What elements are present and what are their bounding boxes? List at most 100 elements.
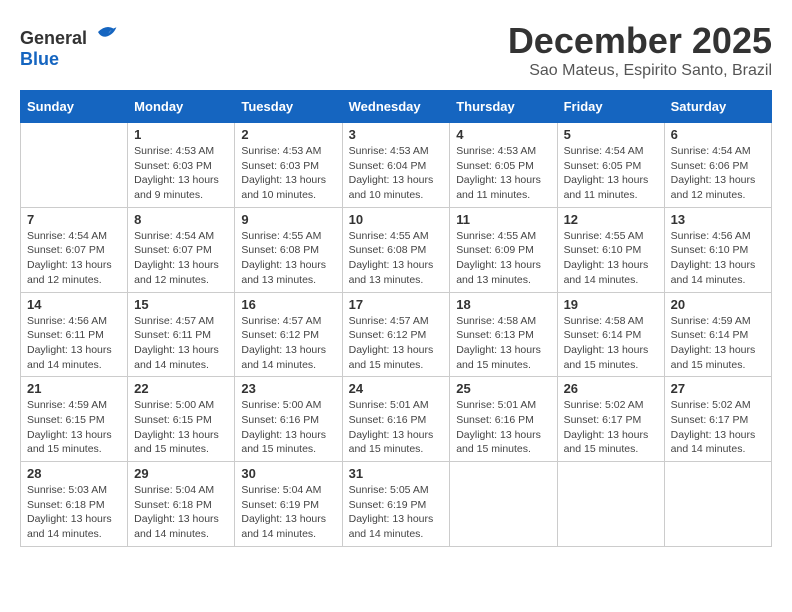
weekday-header-wednesday: Wednesday bbox=[342, 91, 450, 123]
day-info: Sunrise: 5:04 AM Sunset: 6:18 PM Dayligh… bbox=[134, 483, 228, 542]
day-cell: 21 Sunrise: 4:59 AM Sunset: 6:15 PM Dayli… bbox=[21, 377, 128, 462]
day-number: 4 bbox=[456, 127, 550, 142]
day-cell: 25 Sunrise: 5:01 AM Sunset: 6:16 PM Dayli… bbox=[450, 377, 557, 462]
logo-text: General Blue bbox=[20, 20, 118, 70]
day-number: 14 bbox=[27, 297, 121, 312]
day-info: Sunrise: 4:55 AM Sunset: 6:08 PM Dayligh… bbox=[349, 229, 444, 288]
day-info: Sunrise: 4:53 AM Sunset: 6:03 PM Dayligh… bbox=[241, 144, 335, 203]
day-number: 25 bbox=[456, 381, 550, 396]
day-number: 28 bbox=[27, 466, 121, 481]
day-info: Sunrise: 4:54 AM Sunset: 6:07 PM Dayligh… bbox=[134, 229, 228, 288]
day-number: 10 bbox=[349, 212, 444, 227]
day-number: 3 bbox=[349, 127, 444, 142]
day-number: 19 bbox=[564, 297, 658, 312]
logo: General Blue bbox=[20, 20, 118, 70]
day-info: Sunrise: 4:55 AM Sunset: 6:09 PM Dayligh… bbox=[456, 229, 550, 288]
day-cell: 11Sunrise: 4:55 AM Sunset: 6:09 PM Dayli… bbox=[450, 207, 557, 292]
day-cell: 15 Sunrise: 4:57 AM Sunset: 6:11 PM Dayli… bbox=[128, 292, 235, 377]
day-info: Sunrise: 4:53 AM Sunset: 6:05 PM Dayligh… bbox=[456, 144, 550, 203]
weekday-header-tuesday: Tuesday bbox=[235, 91, 342, 123]
day-cell bbox=[557, 462, 664, 547]
day-number: 7 bbox=[27, 212, 121, 227]
logo-general: General bbox=[20, 28, 87, 48]
day-cell: 3 Sunrise: 4:53 AM Sunset: 6:04 PM Daylig… bbox=[342, 123, 450, 208]
day-info: Sunrise: 4:55 AM Sunset: 6:10 PM Dayligh… bbox=[564, 229, 658, 288]
page-container: General Blue December 2025 Sao Mateus, E… bbox=[20, 20, 772, 547]
week-row-4: 21 Sunrise: 4:59 AM Sunset: 6:15 PM Dayli… bbox=[21, 377, 772, 462]
day-cell: 13Sunrise: 4:56 AM Sunset: 6:10 PM Dayli… bbox=[664, 207, 771, 292]
day-info: Sunrise: 4:54 AM Sunset: 6:07 PM Dayligh… bbox=[27, 229, 121, 288]
week-row-3: 14 Sunrise: 4:56 AM Sunset: 6:11 PM Dayli… bbox=[21, 292, 772, 377]
day-cell: 31 Sunrise: 5:05 AM Sunset: 6:19 PM Dayli… bbox=[342, 462, 450, 547]
weekday-header-thursday: Thursday bbox=[450, 91, 557, 123]
day-number: 18 bbox=[456, 297, 550, 312]
week-row-1: 1Sunrise: 4:53 AM Sunset: 6:03 PM Daylig… bbox=[21, 123, 772, 208]
day-info: Sunrise: 4:56 AM Sunset: 6:11 PM Dayligh… bbox=[27, 314, 121, 373]
day-number: 20 bbox=[671, 297, 765, 312]
day-info: Sunrise: 4:58 AM Sunset: 6:13 PM Dayligh… bbox=[456, 314, 550, 373]
day-cell: 10 Sunrise: 4:55 AM Sunset: 6:08 PM Dayli… bbox=[342, 207, 450, 292]
day-number: 5 bbox=[564, 127, 658, 142]
day-cell: 24 Sunrise: 5:01 AM Sunset: 6:16 PM Dayli… bbox=[342, 377, 450, 462]
day-info: Sunrise: 5:02 AM Sunset: 6:17 PM Dayligh… bbox=[671, 398, 765, 457]
day-number: 17 bbox=[349, 297, 444, 312]
day-number: 22 bbox=[134, 381, 228, 396]
logo-bird-icon bbox=[94, 20, 118, 44]
day-info: Sunrise: 4:59 AM Sunset: 6:14 PM Dayligh… bbox=[671, 314, 765, 373]
day-cell: 9Sunrise: 4:55 AM Sunset: 6:08 PM Daylig… bbox=[235, 207, 342, 292]
day-number: 21 bbox=[27, 381, 121, 396]
day-number: 29 bbox=[134, 466, 228, 481]
day-cell: 17 Sunrise: 4:57 AM Sunset: 6:12 PM Dayli… bbox=[342, 292, 450, 377]
day-number: 15 bbox=[134, 297, 228, 312]
day-number: 6 bbox=[671, 127, 765, 142]
day-number: 31 bbox=[349, 466, 444, 481]
day-cell: 18 Sunrise: 4:58 AM Sunset: 6:13 PM Dayli… bbox=[450, 292, 557, 377]
day-number: 8 bbox=[134, 212, 228, 227]
day-info: Sunrise: 5:00 AM Sunset: 6:16 PM Dayligh… bbox=[241, 398, 335, 457]
day-cell: 29 Sunrise: 5:04 AM Sunset: 6:18 PM Dayli… bbox=[128, 462, 235, 547]
day-info: Sunrise: 5:00 AM Sunset: 6:15 PM Dayligh… bbox=[134, 398, 228, 457]
month-title: December 2025 bbox=[508, 20, 772, 62]
day-number: 16 bbox=[241, 297, 335, 312]
weekday-header-saturday: Saturday bbox=[664, 91, 771, 123]
day-cell: 28Sunrise: 5:03 AM Sunset: 6:18 PM Dayli… bbox=[21, 462, 128, 547]
logo-blue: Blue bbox=[20, 49, 59, 69]
day-info: Sunrise: 4:58 AM Sunset: 6:14 PM Dayligh… bbox=[564, 314, 658, 373]
title-section: December 2025 Sao Mateus, Espirito Santo… bbox=[508, 20, 772, 80]
day-info: Sunrise: 5:01 AM Sunset: 6:16 PM Dayligh… bbox=[456, 398, 550, 457]
day-info: Sunrise: 5:01 AM Sunset: 6:16 PM Dayligh… bbox=[349, 398, 444, 457]
day-cell: 4 Sunrise: 4:53 AM Sunset: 6:05 PM Daylig… bbox=[450, 123, 557, 208]
day-number: 24 bbox=[349, 381, 444, 396]
day-info: Sunrise: 5:04 AM Sunset: 6:19 PM Dayligh… bbox=[241, 483, 335, 542]
day-cell: 8 Sunrise: 4:54 AM Sunset: 6:07 PM Daylig… bbox=[128, 207, 235, 292]
day-cell: 1Sunrise: 4:53 AM Sunset: 6:03 PM Daylig… bbox=[128, 123, 235, 208]
header: General Blue December 2025 Sao Mateus, E… bbox=[20, 20, 772, 80]
day-cell: 16 Sunrise: 4:57 AM Sunset: 6:12 PM Dayli… bbox=[235, 292, 342, 377]
calendar-table: SundayMondayTuesdayWednesdayThursdayFrid… bbox=[20, 90, 772, 547]
day-info: Sunrise: 4:56 AM Sunset: 6:10 PM Dayligh… bbox=[671, 229, 765, 288]
day-number: 26 bbox=[564, 381, 658, 396]
day-cell: 23 Sunrise: 5:00 AM Sunset: 6:16 PM Dayli… bbox=[235, 377, 342, 462]
week-row-5: 28Sunrise: 5:03 AM Sunset: 6:18 PM Dayli… bbox=[21, 462, 772, 547]
day-info: Sunrise: 4:57 AM Sunset: 6:12 PM Dayligh… bbox=[349, 314, 444, 373]
day-cell: 7 Sunrise: 4:54 AM Sunset: 6:07 PM Daylig… bbox=[21, 207, 128, 292]
day-info: Sunrise: 4:57 AM Sunset: 6:11 PM Dayligh… bbox=[134, 314, 228, 373]
day-info: Sunrise: 5:05 AM Sunset: 6:19 PM Dayligh… bbox=[349, 483, 444, 542]
day-info: Sunrise: 4:55 AM Sunset: 6:08 PM Dayligh… bbox=[241, 229, 335, 288]
day-info: Sunrise: 5:02 AM Sunset: 6:17 PM Dayligh… bbox=[564, 398, 658, 457]
day-info: Sunrise: 4:57 AM Sunset: 6:12 PM Dayligh… bbox=[241, 314, 335, 373]
day-cell: 12Sunrise: 4:55 AM Sunset: 6:10 PM Dayli… bbox=[557, 207, 664, 292]
day-cell: 30Sunrise: 5:04 AM Sunset: 6:19 PM Dayli… bbox=[235, 462, 342, 547]
day-info: Sunrise: 4:54 AM Sunset: 6:05 PM Dayligh… bbox=[564, 144, 658, 203]
day-cell: 5 Sunrise: 4:54 AM Sunset: 6:05 PM Daylig… bbox=[557, 123, 664, 208]
day-number: 23 bbox=[241, 381, 335, 396]
weekday-header-monday: Monday bbox=[128, 91, 235, 123]
weekday-header-friday: Friday bbox=[557, 91, 664, 123]
day-number: 27 bbox=[671, 381, 765, 396]
weekday-header-sunday: Sunday bbox=[21, 91, 128, 123]
day-cell: 27 Sunrise: 5:02 AM Sunset: 6:17 PM Dayli… bbox=[664, 377, 771, 462]
day-cell: 6Sunrise: 4:54 AM Sunset: 6:06 PM Daylig… bbox=[664, 123, 771, 208]
day-info: Sunrise: 4:53 AM Sunset: 6:04 PM Dayligh… bbox=[349, 144, 444, 203]
day-info: Sunrise: 4:59 AM Sunset: 6:15 PM Dayligh… bbox=[27, 398, 121, 457]
location-title: Sao Mateus, Espirito Santo, Brazil bbox=[508, 62, 772, 80]
